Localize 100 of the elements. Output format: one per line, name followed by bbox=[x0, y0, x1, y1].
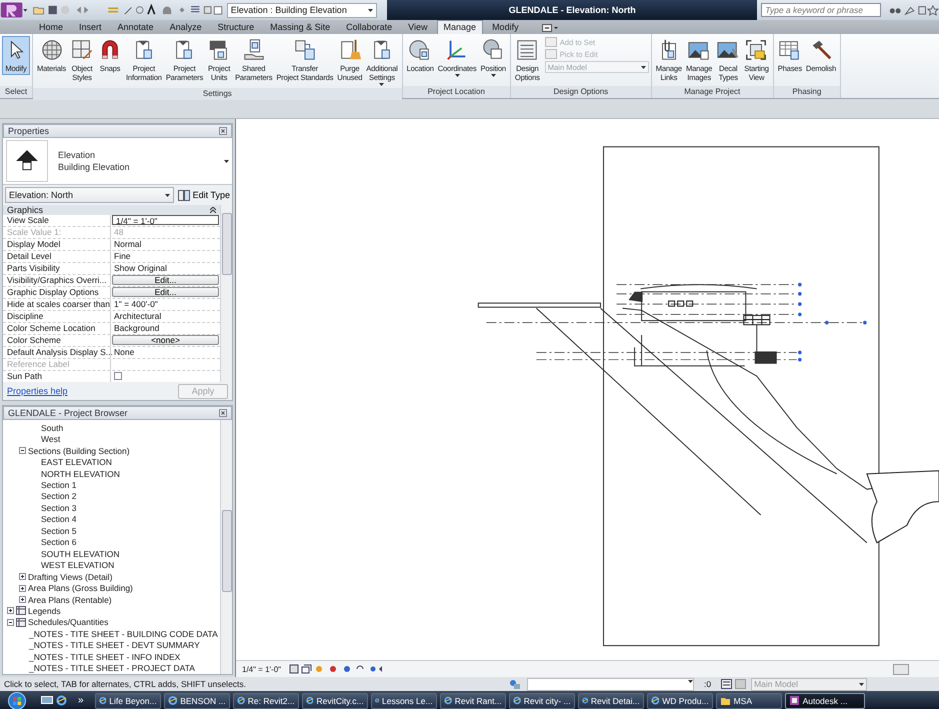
group-header[interactable]: Graphics bbox=[3, 205, 220, 215]
ribbon-tab[interactable]: Analyze bbox=[162, 20, 209, 34]
taskbar-button[interactable]: Revit city- ... bbox=[508, 692, 575, 708]
selection-count: :0 bbox=[704, 679, 712, 689]
expand-icon[interactable] bbox=[7, 607, 14, 614]
help-tools-drawing[interactable] bbox=[889, 3, 939, 17]
expand-icon[interactable] bbox=[19, 584, 26, 592]
desktop-icon[interactable] bbox=[41, 696, 53, 706]
taskbar-button[interactable]: MSA bbox=[716, 692, 782, 708]
property-name: Scale Value 1: bbox=[3, 227, 111, 238]
checkbox[interactable] bbox=[114, 372, 122, 380]
property-button[interactable]: Edit... bbox=[112, 287, 219, 297]
ribbon-tab[interactable]: Home bbox=[32, 20, 70, 34]
property-button[interactable]: <none> bbox=[112, 335, 219, 345]
taskbar-button[interactable]: Life Beyon... bbox=[94, 692, 161, 708]
tree-item[interactable]: Section 5 bbox=[41, 526, 76, 536]
tree-item[interactable]: SOUTH ELEVATION bbox=[41, 548, 120, 559]
collapse-icon[interactable] bbox=[19, 447, 26, 454]
design-options-icon[interactable] bbox=[721, 679, 748, 689]
taskbar-button[interactable]: Autodesk ... bbox=[784, 692, 865, 708]
taskbar-button[interactable]: BENSON ... bbox=[164, 692, 230, 708]
expand-icon[interactable] bbox=[19, 596, 26, 604]
scrollbar-thumb[interactable] bbox=[222, 510, 232, 592]
tree-item[interactable]: West bbox=[41, 434, 60, 444]
tree-item[interactable]: Sections (Building Section) bbox=[28, 446, 130, 456]
tree-item[interactable]: _NOTES - TITLE SHEET - INFO INDEX bbox=[29, 652, 180, 662]
worksets-icon[interactable] bbox=[509, 678, 521, 690]
property-value[interactable]: Background bbox=[111, 323, 220, 334]
tree-item[interactable]: Drafting Views (Detail) bbox=[28, 572, 112, 582]
tree-item[interactable]: Section 2 bbox=[41, 491, 76, 502]
tree-item[interactable]: Section 1 bbox=[41, 480, 76, 490]
ribbon-tab[interactable]: Structure bbox=[210, 20, 262, 34]
workset-field[interactable] bbox=[527, 678, 694, 690]
property-name: Default Analysis Display S... bbox=[3, 347, 111, 358]
tree-item[interactable]: Area Plans (Gross Building) bbox=[28, 583, 133, 594]
expand-icon[interactable] bbox=[19, 573, 26, 580]
property-value[interactable]: Show Original bbox=[111, 263, 220, 274]
ribbon-tab[interactable]: Annotate bbox=[110, 20, 161, 34]
ribbon-tab[interactable]: Modify bbox=[485, 20, 526, 34]
scale-field[interactable]: 1/4" = 1'-0" bbox=[112, 215, 219, 225]
tree-item[interactable]: Section 3 bbox=[41, 502, 76, 513]
panel-toggle-icon[interactable] bbox=[542, 24, 558, 32]
search-field[interactable]: Type a keyword or phrase bbox=[761, 3, 882, 17]
instance-selector[interactable]: Elevation: North bbox=[5, 187, 174, 203]
folder-icon bbox=[720, 695, 731, 706]
property-button[interactable]: Edit... bbox=[112, 275, 219, 285]
view-scale[interactable]: 1/4" = 1'-0" bbox=[242, 664, 282, 674]
tree-item[interactable]: Section 6 bbox=[41, 537, 76, 548]
property-value[interactable]: Normal bbox=[111, 239, 220, 250]
app-menu-icon[interactable] bbox=[0, 0, 28, 20]
globe-ring-icon bbox=[168, 695, 178, 706]
close-icon[interactable] bbox=[219, 409, 227, 417]
tree-item[interactable]: _NOTES - TITLE SHEET - DEVT SUMMARY bbox=[29, 640, 200, 650]
ribbon-tab[interactable]: Massing & Site bbox=[263, 20, 338, 34]
collapse-icon[interactable] bbox=[7, 618, 14, 626]
dropdown-arrow-icon bbox=[379, 83, 384, 86]
caret-icon bbox=[164, 194, 170, 197]
taskbar-button[interactable]: Lessons Le... bbox=[370, 692, 437, 708]
table-icon bbox=[16, 606, 26, 616]
window-title: GLENDALE - Elevation: North bbox=[387, 0, 758, 20]
ribbon-tab[interactable]: Insert bbox=[72, 20, 109, 34]
scrollbar-thumb[interactable] bbox=[893, 664, 910, 674]
tree-item[interactable]: Area Plans (Rentable) bbox=[28, 594, 112, 605]
tree-item[interactable]: _NOTES - TITE SHEET - BUILDING CODE DATA bbox=[29, 628, 218, 639]
view-selector[interactable]: Elevation : Building Elevation bbox=[226, 2, 378, 18]
tree-item[interactable]: EAST ELEVATION bbox=[41, 457, 112, 468]
list-icon bbox=[515, 38, 540, 62]
crop-region-frame[interactable] bbox=[603, 146, 880, 646]
caret-icon[interactable] bbox=[224, 160, 229, 162]
tree-item[interactable]: Schedules/Quantities bbox=[28, 617, 108, 628]
tree-item[interactable]: Section 4 bbox=[41, 514, 76, 524]
tree-item[interactable]: _NOTES - TITLE SHEET - PROJECT DATA bbox=[29, 663, 195, 674]
quick-access-toolbar-drawing[interactable] bbox=[32, 3, 223, 17]
tree-item[interactable]: NORTH ELEVATION bbox=[41, 468, 120, 479]
frame-icon bbox=[744, 38, 768, 62]
tree-item[interactable]: Legends bbox=[28, 606, 61, 616]
property-value[interactable]: 1" = 400'-0" bbox=[111, 299, 220, 310]
tree-item[interactable]: South bbox=[41, 422, 64, 433]
panel-title: Design Options bbox=[510, 86, 651, 98]
taskbar-button[interactable]: Revit Detai... bbox=[578, 692, 644, 708]
status-message: Click to select, TAB for alternates, CTRL adds, SHIFT unselects. bbox=[4, 679, 248, 689]
scrollbar-thumb[interactable] bbox=[222, 213, 232, 275]
taskbar-button[interactable]: Re: Revit2... bbox=[232, 692, 299, 708]
tree-item[interactable]: WEST ELEVATION bbox=[41, 560, 114, 570]
property-value[interactable]: Fine bbox=[111, 251, 220, 262]
ribbon-tab[interactable]: Manage bbox=[436, 20, 484, 34]
ribbon-tab[interactable]: View bbox=[401, 20, 435, 34]
edit-type-button[interactable]: Edit Type bbox=[178, 190, 230, 200]
property-name: Visibility/Graphics Overri... bbox=[3, 275, 111, 286]
taskbar-button[interactable]: Revit Rant... bbox=[440, 692, 506, 708]
caret-icon bbox=[640, 66, 646, 69]
close-icon[interactable] bbox=[219, 127, 227, 135]
document-icon bbox=[544, 49, 557, 59]
overflow-chevron[interactable]: » bbox=[78, 695, 84, 706]
property-name: Reference Label bbox=[3, 359, 111, 370]
property-value[interactable]: Architectural bbox=[111, 311, 220, 322]
taskbar-button[interactable]: RevitCity.c... bbox=[302, 692, 368, 708]
ribbon-tab[interactable]: Collaborate bbox=[339, 20, 400, 34]
taskbar-button[interactable]: WD Produ... bbox=[646, 692, 713, 708]
help-link[interactable]: Properties help bbox=[7, 386, 68, 396]
